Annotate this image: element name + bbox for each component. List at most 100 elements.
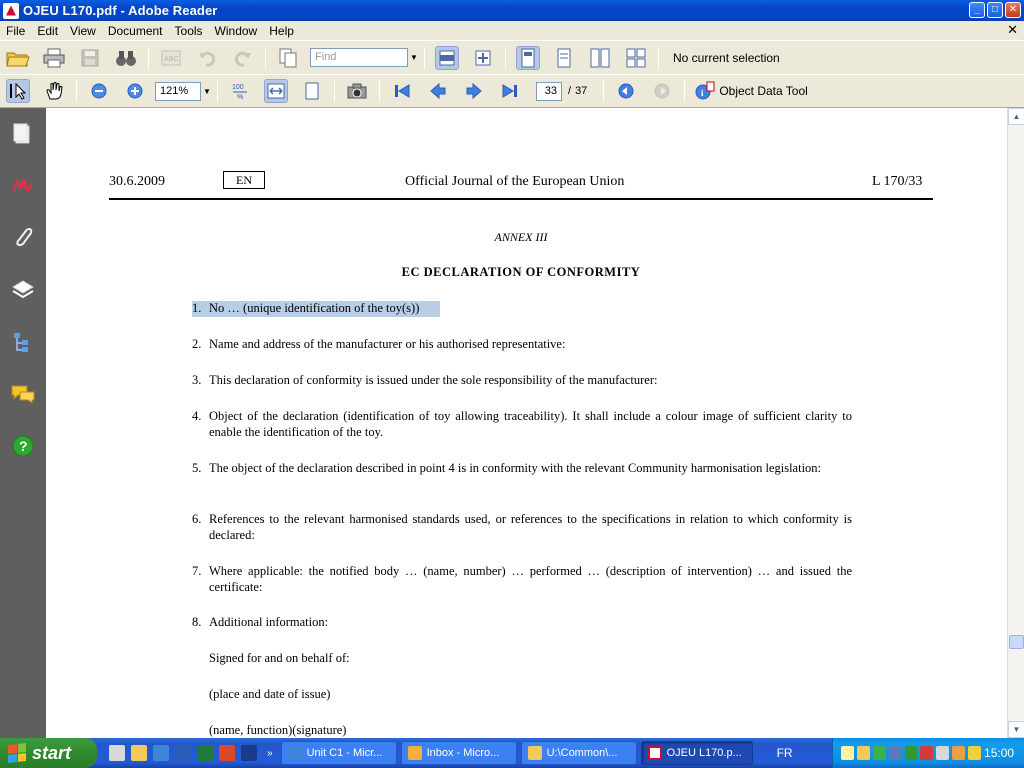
scrollbar-thumb[interactable] xyxy=(1009,635,1024,649)
system-tray: 15:00 xyxy=(832,738,1024,768)
vertical-scrollbar[interactable]: ▲ ▼ xyxy=(1007,108,1024,738)
list-item: 3. This declaration of conformity is iss… xyxy=(192,373,852,389)
quick-launch-more-icon[interactable]: » xyxy=(267,748,273,759)
maximize-button[interactable]: □ xyxy=(987,2,1003,18)
toolbar-separator xyxy=(684,80,686,102)
eu-flag-icon[interactable] xyxy=(241,745,257,761)
header-date: 30.6.2009 xyxy=(109,174,165,189)
first-page-icon[interactable] xyxy=(390,79,414,103)
save-icon[interactable] xyxy=(78,46,102,70)
scroll-up-arrow-icon[interactable]: ▲ xyxy=(1008,108,1024,125)
next-page-icon[interactable] xyxy=(462,79,486,103)
minimize-button[interactable]: _ xyxy=(969,2,985,18)
window-title: OJEU L170.pdf - Adobe Reader xyxy=(23,3,218,18)
antivirus-icon[interactable] xyxy=(920,746,934,760)
single-page-view-icon[interactable] xyxy=(516,45,540,70)
continuous-facing-view-icon[interactable] xyxy=(624,46,648,70)
model-tree-icon[interactable] xyxy=(11,330,35,354)
zoom-out-icon[interactable] xyxy=(87,79,111,103)
list-item-text: Where applicable: the notified body … (n… xyxy=(209,564,852,594)
document-view[interactable]: 30.6.2009 EN Official Journal of the Eur… xyxy=(46,108,1007,738)
tip-icon[interactable] xyxy=(841,746,854,760)
attachments-paperclip-icon[interactable] xyxy=(11,226,35,250)
find-input[interactable]: Find xyxy=(310,48,408,67)
actual-size-label: 100 xyxy=(232,84,244,91)
toolbar-separator xyxy=(379,80,380,102)
chevron-down-icon[interactable]: ▼ xyxy=(408,53,420,62)
signed-on-behalf: Signed for and on behalf of: xyxy=(209,651,350,665)
comments-icon[interactable] xyxy=(11,382,35,406)
powerpoint-icon[interactable] xyxy=(219,745,235,761)
list-item-text: Name and address of the manufacturer or … xyxy=(209,337,566,351)
copy-pages-icon[interactable] xyxy=(276,46,300,70)
windows-logo-icon xyxy=(8,743,26,763)
messenger-icon[interactable] xyxy=(952,746,966,760)
chevron-down-icon[interactable]: ▼ xyxy=(201,87,213,96)
taskbar-item-common-folder[interactable]: U:\Common\... xyxy=(520,741,637,765)
signatures-icon[interactable] xyxy=(11,174,35,198)
last-page-icon[interactable] xyxy=(498,79,522,103)
fit-width-icon[interactable] xyxy=(435,45,459,70)
title-bar: OJEU L170.pdf - Adobe Reader _ □ ✕ xyxy=(0,0,1024,21)
fit-width-icon[interactable] xyxy=(264,79,288,103)
zoom-in-icon[interactable] xyxy=(123,79,147,103)
word-icon[interactable] xyxy=(175,745,191,761)
spell-check-icon[interactable]: ABC xyxy=(159,46,183,70)
menu-window[interactable]: Window xyxy=(209,24,264,38)
internet-explorer-icon[interactable] xyxy=(153,745,169,761)
menu-document[interactable]: Document xyxy=(102,24,169,38)
volume-icon[interactable] xyxy=(936,746,950,760)
menu-tools[interactable]: Tools xyxy=(169,24,209,38)
menu-edit[interactable]: Edit xyxy=(31,24,64,38)
facing-view-icon[interactable] xyxy=(588,46,612,70)
folder-icon xyxy=(527,746,542,760)
page-number-input[interactable]: 33 xyxy=(536,81,562,101)
toolbar-separator xyxy=(505,46,506,69)
list-item-text: References to the relevant harmonised st… xyxy=(209,512,852,542)
snapshot-camera-icon[interactable] xyxy=(345,79,369,103)
continuous-view-icon[interactable] xyxy=(552,46,576,70)
download-icon[interactable] xyxy=(872,746,886,760)
fit-page-icon[interactable] xyxy=(300,79,324,103)
taskbar-item-unit-c1[interactable]: Unit C1 - Micr... xyxy=(280,741,397,765)
clock-app-icon[interactable] xyxy=(856,746,870,760)
security-alert-icon[interactable] xyxy=(968,746,982,760)
window-controls: _ □ ✕ xyxy=(969,2,1021,18)
print-icon[interactable] xyxy=(42,46,66,70)
select-tool-icon[interactable] xyxy=(6,79,30,103)
help-icon[interactable]: ? xyxy=(11,434,35,458)
menu-file[interactable]: File xyxy=(0,24,31,38)
previous-page-icon[interactable] xyxy=(426,79,450,103)
redo-icon[interactable] xyxy=(231,46,255,70)
previous-view-icon[interactable] xyxy=(614,79,638,103)
menu-help[interactable]: Help xyxy=(263,24,300,38)
taskbar-item-label: U:\Common\... xyxy=(546,747,618,759)
close-button[interactable]: ✕ xyxy=(1005,2,1021,18)
scroll-down-arrow-icon[interactable]: ▼ xyxy=(1008,721,1024,738)
next-view-icon[interactable] xyxy=(650,79,674,103)
pages-icon[interactable] xyxy=(11,122,35,146)
adobe-reader-icon xyxy=(647,746,662,760)
taskbar-item-label: OJEU L170.p... xyxy=(666,747,742,759)
zoom-input[interactable]: 121% xyxy=(155,81,201,101)
taskbar-item-inbox[interactable]: Inbox - Micro... xyxy=(400,741,517,765)
menu-view[interactable]: View xyxy=(64,24,102,38)
layers-icon[interactable] xyxy=(11,278,35,302)
folder-icon[interactable] xyxy=(131,745,147,761)
show-desktop-icon[interactable] xyxy=(109,745,125,761)
document-close-button[interactable]: ✕ xyxy=(1007,22,1018,38)
network-icon[interactable] xyxy=(888,746,902,760)
fit-page-icon[interactable] xyxy=(471,46,495,70)
search-binoculars-icon[interactable] xyxy=(114,46,138,70)
undo-icon[interactable] xyxy=(195,46,219,70)
language-indicator[interactable]: FR xyxy=(765,746,805,760)
actual-size-icon[interactable]: 100% xyxy=(228,79,252,103)
start-button[interactable]: start xyxy=(0,738,97,768)
sync-icon[interactable] xyxy=(904,746,918,760)
taskbar-item-adobe-reader[interactable]: OJEU L170.p... xyxy=(640,741,753,765)
hand-tool-icon[interactable] xyxy=(42,79,66,103)
page-total: 37 xyxy=(575,85,588,97)
open-icon[interactable] xyxy=(6,46,30,70)
excel-icon[interactable] xyxy=(197,745,213,761)
object-data-tool-button[interactable]: i Object Data Tool xyxy=(695,81,808,101)
